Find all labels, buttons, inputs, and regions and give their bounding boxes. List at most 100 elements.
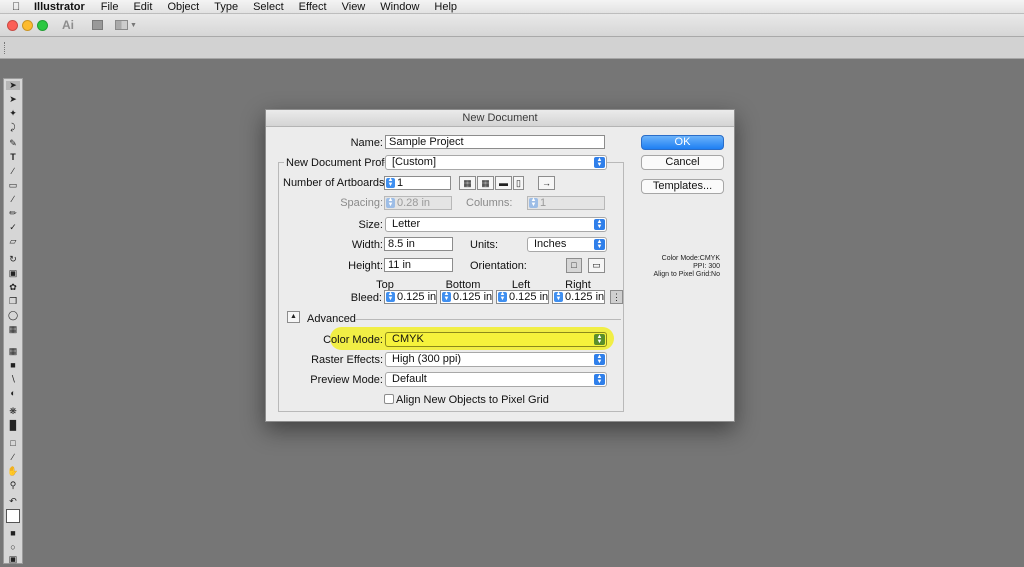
color-mode-icons[interactable]: ■ xyxy=(6,529,20,538)
stepper-arrows-icon[interactable]: ▲ ▼ xyxy=(386,177,395,188)
column-graph-tool-icon[interactable]: █ xyxy=(6,421,20,430)
columns-label: Columns: xyxy=(466,197,513,209)
swap-colors-icon[interactable]: ↶ xyxy=(6,497,20,506)
templates-button[interactable]: Templates... xyxy=(641,179,724,194)
bleed-top-stepper[interactable]: ▲ ▼ 0.125 in xyxy=(384,290,437,304)
artboard-tool-icon[interactable]: □ xyxy=(6,439,20,448)
lasso-tool-icon[interactable]: ⤸ xyxy=(6,123,20,132)
cancel-button[interactable]: Cancel xyxy=(641,155,724,170)
width-field[interactable]: 8.5 in xyxy=(384,237,453,251)
align-pixel-grid-label: Align New Objects to Pixel Grid xyxy=(396,394,549,406)
panel-grip-icon[interactable] xyxy=(4,42,6,54)
symbol-sprayer-tool-icon[interactable]: ❋ xyxy=(6,407,20,416)
pencil-tool-icon[interactable]: ✏ xyxy=(6,209,20,218)
arrange-documents-icon[interactable] xyxy=(115,20,128,30)
menu-object[interactable]: Object xyxy=(167,0,199,14)
blob-brush-tool-icon[interactable]: ✓ xyxy=(6,223,20,232)
eyedropper-tool-icon[interactable]: ∖ xyxy=(6,375,20,384)
menu-edit[interactable]: Edit xyxy=(133,0,152,14)
units-select[interactable]: Inches ▲ ▼ xyxy=(527,237,607,252)
menu-effect[interactable]: Effect xyxy=(299,0,327,14)
perspective-grid-tool-icon[interactable]: ▦ xyxy=(6,325,20,334)
type-tool-icon[interactable]: T xyxy=(6,153,20,162)
bleed-left-value: 0.125 in xyxy=(509,291,549,303)
control-bar xyxy=(0,37,1024,59)
chevron-updown-icon: ▲ ▼ xyxy=(594,239,605,250)
chevron-down-icon[interactable]: ▼ xyxy=(130,22,137,29)
spacing-label: Spacing: xyxy=(340,197,383,209)
stepper-arrows-icon[interactable]: ▲ ▼ xyxy=(442,291,451,302)
menu-file[interactable]: File xyxy=(101,0,119,14)
close-window-button[interactable] xyxy=(7,19,18,31)
link-bleed-icon[interactable]: ⋮ xyxy=(610,290,623,304)
minimize-window-button[interactable] xyxy=(22,19,33,31)
apple-icon[interactable]:  xyxy=(12,1,34,13)
columns-stepper[interactable]: ▲ ▼ 1 xyxy=(527,196,605,210)
menu-type[interactable]: Type xyxy=(214,0,238,14)
grid-by-row-icon[interactable]: ▦ xyxy=(459,176,476,190)
line-tool-icon[interactable]: ∕ xyxy=(6,167,20,176)
arrange-by-column-icon[interactable]: ▯ xyxy=(513,176,524,190)
spacing-stepper[interactable]: ▲ ▼ 0.28 in xyxy=(384,196,452,210)
layout-direction-icon[interactable]: → xyxy=(538,176,555,190)
name-field[interactable]: Sample Project xyxy=(385,135,605,149)
hand-tool-icon[interactable]: ✋ xyxy=(6,467,20,476)
selection-tool-icon[interactable]: ➤ xyxy=(6,81,20,90)
bleed-left-stepper[interactable]: ▲ ▼ 0.125 in xyxy=(496,290,549,304)
warp-tool-icon[interactable]: ✿ xyxy=(6,283,20,292)
menu-window[interactable]: Window xyxy=(380,0,419,14)
ok-button[interactable]: OK xyxy=(641,135,724,150)
menu-view[interactable]: View xyxy=(342,0,366,14)
menu-select[interactable]: Select xyxy=(253,0,284,14)
fill-color-swatch[interactable] xyxy=(6,509,20,523)
menu-help[interactable]: Help xyxy=(434,0,457,14)
bridge-icon[interactable] xyxy=(92,20,103,30)
artboards-stepper[interactable]: ▲ ▼ 1 xyxy=(384,176,451,190)
mesh-tool-icon[interactable]: ▦ xyxy=(6,347,20,356)
stepper-arrows-icon[interactable]: ▲ ▼ xyxy=(529,197,538,208)
blend-tool-icon[interactable]: ◐ xyxy=(6,389,20,398)
arrange-by-row-icon[interactable]: ▬ xyxy=(495,176,512,190)
draw-mode-icon[interactable]: ○ xyxy=(6,543,20,552)
gradient-tool-icon[interactable]: ■ xyxy=(6,361,20,370)
size-select[interactable]: Letter ▲ ▼ xyxy=(385,217,607,232)
height-field[interactable]: 11 in xyxy=(384,258,453,272)
portrait-orientation-icon[interactable]: □ xyxy=(566,258,582,273)
pen-tool-icon[interactable]: ✎ xyxy=(6,139,20,148)
zoom-window-button[interactable] xyxy=(37,19,48,31)
free-transform-tool-icon[interactable]: ❒ xyxy=(6,297,20,306)
menu-bar:  Illustrator File Edit Object Type Sele… xyxy=(0,0,1024,14)
spacing-value: 0.28 in xyxy=(397,197,431,209)
profile-select[interactable]: [Custom] ▲ ▼ xyxy=(385,155,607,170)
stepper-arrows-icon[interactable]: ▲ ▼ xyxy=(498,291,507,302)
screen-mode-icon[interactable]: ▣ xyxy=(6,555,20,564)
stepper-arrows-icon[interactable]: ▲ ▼ xyxy=(386,197,395,208)
advanced-toggle-icon[interactable]: ▲ xyxy=(287,311,300,323)
zoom-tool-icon[interactable]: ⚲ xyxy=(6,481,20,490)
menu-illustrator[interactable]: Illustrator xyxy=(34,0,85,14)
grid-by-column-icon[interactable]: ▦ xyxy=(477,176,494,190)
align-pixel-grid-checkbox[interactable] xyxy=(384,394,394,404)
stepper-arrows-icon[interactable]: ▲ ▼ xyxy=(386,291,395,302)
raster-effects-select[interactable]: High (300 ppi) ▲ ▼ xyxy=(385,352,607,367)
bleed-right-stepper[interactable]: ▲ ▼ 0.125 in xyxy=(552,290,605,304)
slice-tool-icon[interactable]: ∕ xyxy=(6,453,20,462)
shape-builder-tool-icon[interactable]: ◯ xyxy=(6,311,20,320)
dialog-title: New Document xyxy=(266,110,734,127)
stepper-arrows-icon[interactable]: ▲ ▼ xyxy=(554,291,563,302)
landscape-orientation-icon[interactable]: ▭ xyxy=(588,258,605,273)
profile-label: New Document Profile: xyxy=(284,157,399,169)
color-mode-select[interactable]: CMYK ▲ ▼ xyxy=(385,332,607,347)
eraser-tool-icon[interactable]: ▱ xyxy=(6,237,20,246)
magic-wand-tool-icon[interactable]: ✦ xyxy=(6,109,20,118)
rotate-tool-icon[interactable]: ↻ xyxy=(6,255,20,264)
size-label: Size: xyxy=(358,219,383,231)
height-label: Height: xyxy=(348,260,383,272)
direct-selection-tool-icon[interactable]: ➤ xyxy=(6,95,20,104)
summary-ppi: PPI: 300 xyxy=(693,263,720,270)
rectangle-tool-icon[interactable]: ▭ xyxy=(6,181,20,190)
paintbrush-tool-icon[interactable]: ∕ xyxy=(6,195,20,204)
scale-tool-icon[interactable]: ▣ xyxy=(6,269,20,278)
bleed-bottom-stepper[interactable]: ▲ ▼ 0.125 in xyxy=(440,290,493,304)
preview-mode-select[interactable]: Default ▲ ▼ xyxy=(385,372,607,387)
